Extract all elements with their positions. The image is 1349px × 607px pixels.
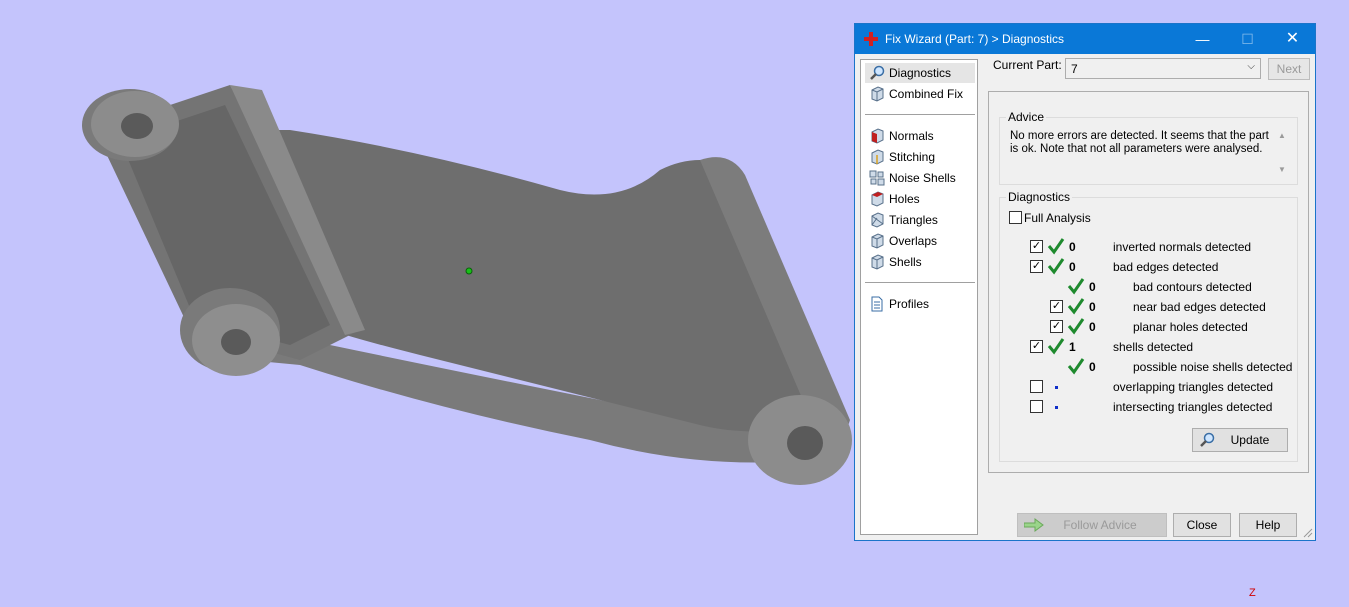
sidebar-divider [865, 114, 975, 115]
stitching-cube-icon [871, 149, 884, 165]
follow-advice-button[interactable]: Follow Advice [1017, 513, 1167, 537]
next-button[interactable]: Next [1268, 58, 1310, 80]
diagnostic-count: 0 [1089, 300, 1096, 314]
chevron-down-icon: ⌵ [1247, 61, 1255, 72]
checkmark-icon [1067, 298, 1085, 315]
checkmark-icon [1047, 238, 1065, 255]
wizard-sidebar: Diagnostics Combined Fix Normals Stitchi… [860, 59, 978, 535]
sidebar-item-holes[interactable]: Holes [865, 189, 975, 209]
diagnostic-count: 1 [1069, 340, 1076, 354]
diagnostic-checkbox[interactable]: ✓ [1030, 260, 1043, 273]
shells-cube-icon [871, 254, 884, 270]
checkmark-icon [1067, 278, 1085, 295]
sidebar-item-triangles[interactable]: Triangles [865, 210, 975, 230]
diagnostic-label: shells detected [1113, 340, 1194, 354]
diagnostic-count: 0 [1069, 260, 1076, 274]
diagnostic-checkbox[interactable]: ✓ [1050, 320, 1063, 333]
checkmark-icon [1047, 258, 1065, 275]
dialog-titlebar[interactable]: Fix Wizard (Part: 7) > Diagnostics — ☐ ✕ [855, 24, 1315, 54]
diagnostic-checkbox[interactable]: ✓ [1050, 300, 1063, 313]
advice-title: Advice [1006, 110, 1047, 124]
checkmark-icon [1047, 338, 1065, 355]
diagnostic-checkbox[interactable] [1030, 400, 1043, 413]
scroll-down-icon[interactable]: ▼ [1278, 165, 1286, 174]
normals-cube-icon [871, 128, 884, 144]
scroll-up-icon[interactable]: ▲ [1278, 131, 1286, 140]
sidebar-item-noise-shells[interactable]: Noise Shells [865, 168, 975, 188]
holes-cube-icon [871, 191, 884, 207]
sidebar-item-shells[interactable]: Shells [865, 252, 975, 272]
diagnostic-label: near bad edges detected [1133, 300, 1266, 314]
full-analysis-label: Full Analysis [1024, 211, 1091, 225]
sidebar-divider [865, 282, 975, 283]
diagnostic-label: overlapping triangles detected [1113, 380, 1274, 394]
diagnostic-label: inverted normals detected [1113, 240, 1252, 254]
magnifier-icon [1200, 432, 1215, 447]
resize-grip-icon[interactable] [1303, 528, 1313, 538]
diagnostics-title: Diagnostics [1006, 190, 1073, 204]
fix-wizard-dialog: Fix Wizard (Part: 7) > Diagnostics — ☐ ✕… [854, 23, 1316, 541]
diagnostic-count: 0 [1089, 360, 1096, 374]
diagnostic-checkbox[interactable]: ✓ [1030, 240, 1043, 253]
hinge-part-model[interactable] [0, 0, 860, 607]
pending-dot-icon [1055, 406, 1058, 409]
full-analysis-checkbox[interactable] [1009, 211, 1022, 224]
diagnostic-label: bad edges detected [1113, 260, 1219, 274]
sidebar-item-combined-fix[interactable]: Combined Fix [865, 84, 975, 104]
diagnostic-label: planar holes detected [1133, 320, 1248, 334]
app-logo-icon [864, 32, 878, 46]
diagnostic-checkbox[interactable] [1030, 380, 1043, 393]
sidebar-item-overlaps[interactable]: Overlaps [865, 231, 975, 251]
help-button[interactable]: Help [1239, 513, 1297, 537]
diagnostic-checkbox[interactable]: ✓ [1030, 340, 1043, 353]
sidebar-item-stitching[interactable]: Stitching [865, 147, 975, 167]
maximize-button[interactable]: ☐ [1225, 24, 1270, 54]
current-part-select[interactable]: 7 ⌵ [1065, 58, 1261, 79]
diagnostic-count: 0 [1089, 320, 1096, 334]
current-part-label: Current Part: [993, 58, 1062, 72]
advice-text: No more errors are detected. It seems th… [1010, 130, 1269, 155]
checkmark-icon [1067, 358, 1085, 375]
arrow-right-icon [1024, 518, 1044, 532]
close-window-button[interactable]: ✕ [1270, 24, 1315, 54]
diagnostic-label: possible noise shells detected [1133, 360, 1293, 374]
document-icon [871, 296, 883, 312]
sidebar-item-normals[interactable]: Normals [865, 126, 975, 146]
sidebar-item-profiles[interactable]: Profiles [865, 294, 975, 314]
noise-shells-icon [869, 170, 885, 186]
triangles-cube-icon [871, 212, 884, 228]
pending-dot-icon [1055, 386, 1058, 389]
checkmark-icon [1067, 318, 1085, 335]
diagnostic-count: 0 [1069, 240, 1076, 254]
sidebar-item-diagnostics[interactable]: Diagnostics [865, 63, 975, 83]
diagnostic-label: bad contours detected [1133, 280, 1252, 294]
overlaps-cube-icon [871, 233, 884, 249]
current-part-value: 7 [1071, 62, 1078, 76]
axis-z-label: Z [1249, 587, 1256, 599]
diagnostic-count: 0 [1089, 280, 1096, 294]
minimize-button[interactable]: — [1180, 24, 1225, 54]
cube-icon [871, 86, 884, 102]
diagnostic-label: intersecting triangles detected [1113, 400, 1273, 414]
advice-scrollbar[interactable]: ▲ ▼ [1276, 129, 1288, 179]
close-button[interactable]: Close [1173, 513, 1231, 537]
update-button[interactable]: Update [1192, 428, 1288, 452]
window-title: Fix Wizard (Part: 7) > Diagnostics [885, 32, 1065, 46]
magnifier-icon [870, 65, 885, 80]
